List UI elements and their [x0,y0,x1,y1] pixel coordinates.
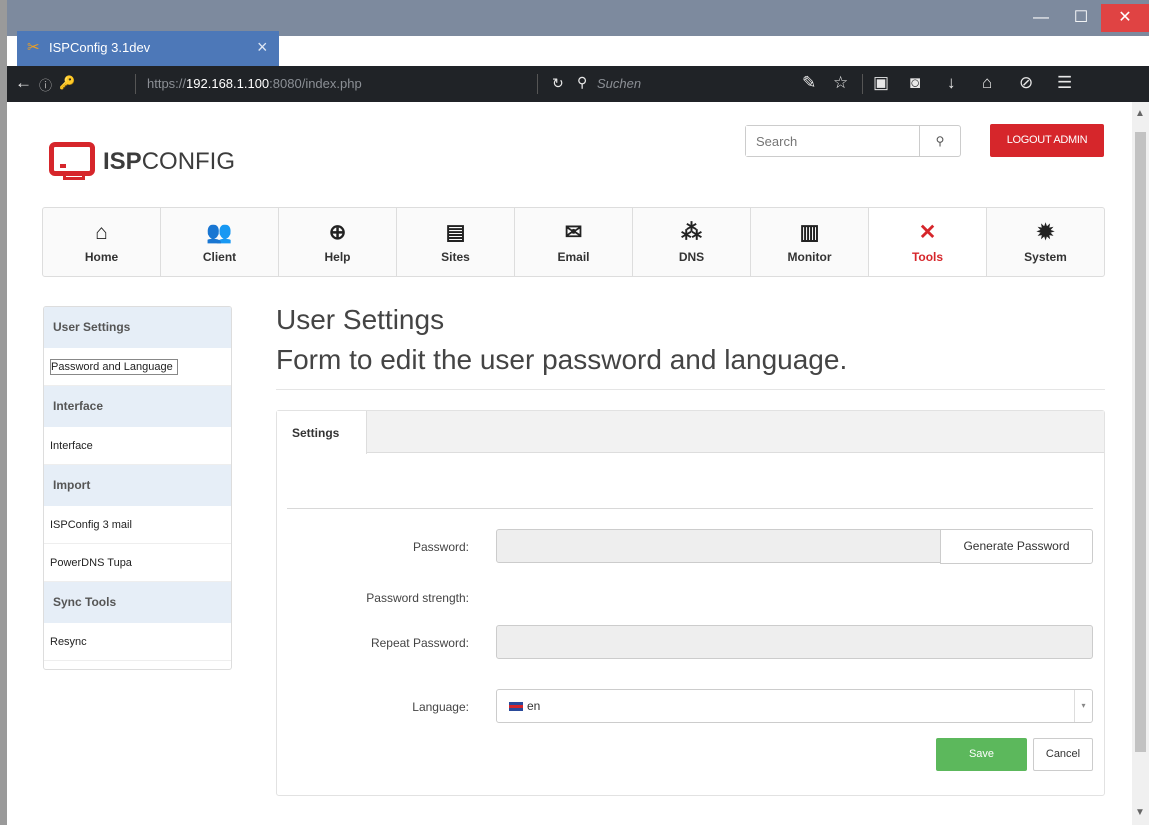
divider [276,389,1105,390]
browser-tab[interactable]: ✂ ISPConfig 3.1dev × [17,31,279,66]
browser-search-field[interactable]: Suchen [597,76,641,91]
nav-dns[interactable]: ⁂ DNS [633,208,751,276]
repeat-password-field[interactable] [496,625,1093,659]
tab-settings[interactable]: Settings [277,411,367,454]
language-label: Language: [412,700,469,714]
scrollbar[interactable]: ▲ ▼ [1132,102,1149,825]
nav-sites[interactable]: ▤ Sites [397,208,515,276]
sidebar-item-powerdns[interactable]: PowerDNS Tupa [44,544,231,582]
tab-title: ISPConfig 3.1dev [49,40,151,55]
main-navigation: ⌂ Home 👥 Client ⊕ Help ▤ Sites ✉ Email ⁂ DNS ▥… [42,207,1105,277]
download-icon[interactable]: ↓ [947,73,956,93]
nav-home[interactable]: ⌂ Home [43,208,161,276]
menu-icon[interactable]: ☰ [1057,73,1072,93]
sidebar-header-interface: Interface [44,386,231,427]
maximize-button[interactable]: ☐ [1061,4,1101,32]
new-tab-button[interactable]: + [289,30,315,58]
pocket-icon[interactable]: ◙ [910,73,920,93]
page-title: User Settings [276,304,445,335]
navigation-toolbar: ← ⓘ 🔑 https://192.168.1.100:8080/index.p… [7,66,1149,102]
sidebar-header-user-settings: User Settings [44,307,231,348]
nav-tools[interactable]: ✕ Tools [869,208,987,276]
sidebar-item-password-and-language[interactable]: Password and Language [44,348,231,386]
search-input[interactable] [746,126,920,156]
nav-monitor[interactable]: ▥ Monitor [751,208,869,276]
tools-favicon-icon: ✂ [27,39,40,56]
scroll-up-icon[interactable]: ▲ [1135,108,1145,119]
sidebar: User Settings Password and Language Inte… [43,306,232,670]
password-strength-label: Password strength: [366,591,469,605]
reload-icon[interactable]: ↻ [552,75,564,92]
search-box: ⚲ [745,125,961,157]
sidebar-header-sync-tools: Sync Tools [44,582,231,623]
search-icon: ⚲ [577,74,588,90]
address-bar[interactable]: https://192.168.1.100:8080/index.php [147,76,362,91]
addon-icon[interactable]: ⊘ [1019,73,1033,93]
save-button[interactable]: Save [936,738,1027,771]
close-window-button[interactable]: ✕ [1101,4,1149,32]
wrench-icon[interactable]: ✎ [802,73,816,93]
logout-button[interactable]: LOGOUT ADMIN [990,124,1104,157]
cancel-button[interactable]: Cancel [1033,738,1093,771]
password-field[interactable] [496,529,941,563]
ispconfig-logo[interactable]: ISPCONFIG [49,142,279,182]
sidebar-item-ispconfig-mail[interactable]: ISPConfig 3 mail [44,506,231,544]
bookmark-star-icon[interactable]: ☆ [833,73,848,93]
users-icon: 👥 [206,221,233,244]
nav-client[interactable]: 👥 Client [161,208,279,276]
password-label: Password: [412,540,469,554]
page-content: ISPCONFIG ⚲ LOGOUT ADMIN ⌂Home 👥Client ⊕… [7,102,1132,825]
page-subtitle: Form to edit the user password and langu… [276,344,848,375]
uk-flag-icon [509,702,523,711]
url-host: 192.168.1.100 [186,76,270,91]
traffic-light-icon: ▥ [799,221,820,244]
language-select[interactable]: en ▾ [496,689,1093,723]
browser-window-icon: ▤ [445,221,466,244]
sidebar-item-resync[interactable]: Resync [44,623,231,661]
scroll-down-icon[interactable]: ▼ [1135,807,1145,818]
home-icon[interactable]: ⌂ [982,73,992,93]
back-icon[interactable]: ← [15,73,32,93]
search-button[interactable]: ⚲ [920,126,960,156]
scrollbar-thumb[interactable] [1135,132,1146,752]
nav-system[interactable]: ✹ System [987,208,1104,276]
info-icon[interactable]: ⓘ [39,75,52,94]
nav-email[interactable]: ✉ Email [515,208,633,276]
nav-help[interactable]: ⊕ Help [279,208,397,276]
lock-warning-icon[interactable]: 🔑 [59,75,75,91]
gear-icon: ✹ [1036,221,1055,244]
home-icon: ⌂ [95,221,108,244]
reading-list-icon[interactable]: ▣ [873,73,889,93]
tab-bar [277,411,1104,453]
dropdown-arrow-icon: ▾ [1074,690,1092,722]
envelope-icon: ✉ [564,221,583,244]
browser-window: — ☐ ✕ ✂ ISPConfig 3.1dev × + ← ⓘ 🔑 https… [7,0,1149,825]
generate-password-button[interactable]: Generate Password [940,529,1093,564]
tools-icon: ✕ [918,221,937,244]
close-tab-icon[interactable]: × [257,37,268,58]
panel-divider [287,508,1093,509]
network-icon: ⁂ [681,221,702,244]
sidebar-item-interface[interactable]: Interface [44,427,231,465]
repeat-password-label: Repeat Password: [370,636,469,650]
lifebuoy-icon: ⊕ [328,221,347,244]
minimize-button[interactable]: — [1021,4,1061,32]
settings-panel: Settings Password: Generate Password Pas… [276,410,1105,796]
sidebar-header-import: Import [44,465,231,506]
monitor-logo-icon [49,142,95,176]
